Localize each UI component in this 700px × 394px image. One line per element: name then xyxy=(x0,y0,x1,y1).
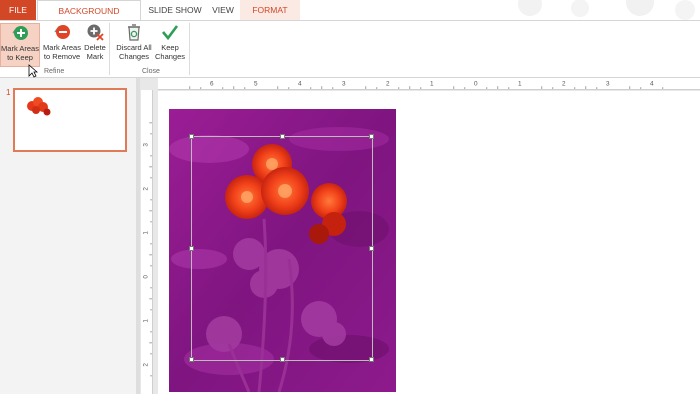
hruler-label: 3 xyxy=(606,80,610,87)
vruler-label: 2 xyxy=(142,363,149,367)
title-bar-decoration xyxy=(518,0,695,20)
mark-remove-label-line1: Mark Areas xyxy=(43,43,81,52)
delete-mark-label-line2: Mark xyxy=(86,52,104,61)
mark-keep-label-line2: to Keep xyxy=(7,53,33,62)
mouse-pointer-icon xyxy=(28,64,38,78)
resize-handle[interactable] xyxy=(189,357,194,362)
delete-mark-label-line1: Delete xyxy=(84,43,106,52)
vruler-label: 0 xyxy=(142,275,149,279)
resize-handle[interactable] xyxy=(369,134,374,139)
ribbon: Mark Areas to Keep Mark Areas to Remove … xyxy=(0,20,700,78)
tab-background-removal[interactable]: BACKGROUND REMOVAL xyxy=(37,0,141,36)
hruler-label: 1 xyxy=(518,80,522,87)
mark-keep-label-line1: Mark Areas xyxy=(1,44,39,53)
group-separator xyxy=(189,23,190,75)
ribbon-tab-bar: FILE BACKGROUND REMOVAL SLIDE SHOW VIEW … xyxy=(0,0,700,36)
hruler-label: 2 xyxy=(562,80,566,87)
group-separator xyxy=(109,23,110,75)
plus-circle-icon xyxy=(12,26,28,40)
vruler-label: 3 xyxy=(142,143,149,147)
hruler-label: 4 xyxy=(650,80,654,87)
tab-view[interactable]: VIEW xyxy=(208,0,238,20)
keep-changes-button[interactable]: Keep Changes xyxy=(154,23,186,67)
discard-all-changes-button[interactable]: Discard All Changes xyxy=(114,23,154,67)
hruler-label: 0 xyxy=(474,80,478,87)
hruler-label: 1 xyxy=(430,80,434,87)
group-label-close: Close xyxy=(142,68,160,75)
hruler-label: 5 xyxy=(254,80,258,87)
delete-mark-icon xyxy=(87,24,104,41)
resize-handle[interactable] xyxy=(189,134,194,139)
resize-handle[interactable] xyxy=(369,357,374,362)
hruler-label: 2 xyxy=(386,80,390,87)
slide[interactable] xyxy=(158,91,700,394)
keep-changes-label-line2: Changes xyxy=(154,52,186,61)
horizontal-ruler: 6 5 4 3 2 1 0 1 2 3 4 xyxy=(158,78,700,90)
keep-area-marquee[interactable] xyxy=(189,134,374,362)
mark-areas-to-remove-button[interactable]: Mark Areas to Remove xyxy=(42,23,82,67)
slide-thumbnail-pane: 1 xyxy=(0,78,136,394)
mark-areas-to-keep-button[interactable]: Mark Areas to Keep xyxy=(0,23,40,67)
discard-label-line2: Changes xyxy=(118,52,150,61)
ruler-corner xyxy=(141,78,158,90)
slide-thumbnail[interactable] xyxy=(13,88,127,152)
powerpoint-window: FILE BACKGROUND REMOVAL SLIDE SHOW VIEW … xyxy=(0,0,700,394)
slide-number: 1 xyxy=(6,88,11,97)
hruler-label: 3 xyxy=(342,80,346,87)
tab-slide-show[interactable]: SLIDE SHOW xyxy=(146,0,204,20)
resize-handle[interactable] xyxy=(280,357,285,362)
minus-circle-icon xyxy=(54,25,70,39)
pane-splitter[interactable] xyxy=(136,78,140,394)
resize-handle[interactable] xyxy=(280,134,285,139)
checkmark-icon xyxy=(162,25,179,41)
vruler-label: 1 xyxy=(142,319,149,323)
mark-remove-label-line2: to Remove xyxy=(43,52,81,61)
vertical-ruler: 3 2 1 0 1 2 xyxy=(141,90,153,394)
discard-label-line1: Discard All xyxy=(116,43,152,52)
tab-file[interactable]: FILE xyxy=(0,0,36,20)
vruler-label: 2 xyxy=(142,187,149,191)
resize-handle[interactable] xyxy=(189,246,194,251)
group-label-refine: Refine xyxy=(44,68,65,75)
hruler-label: 6 xyxy=(210,80,214,87)
resize-handle[interactable] xyxy=(369,246,374,251)
slide-editing-canvas[interactable] xyxy=(158,91,700,394)
recycle-bin-icon xyxy=(128,24,140,41)
tab-format[interactable]: FORMAT xyxy=(240,0,300,20)
hruler-label: 4 xyxy=(298,80,302,87)
delete-mark-button[interactable]: Delete Mark xyxy=(83,23,107,67)
thumbnail-flowers-image xyxy=(27,97,51,116)
vruler-label: 1 xyxy=(142,231,149,235)
keep-changes-label-line1: Keep xyxy=(161,43,179,52)
